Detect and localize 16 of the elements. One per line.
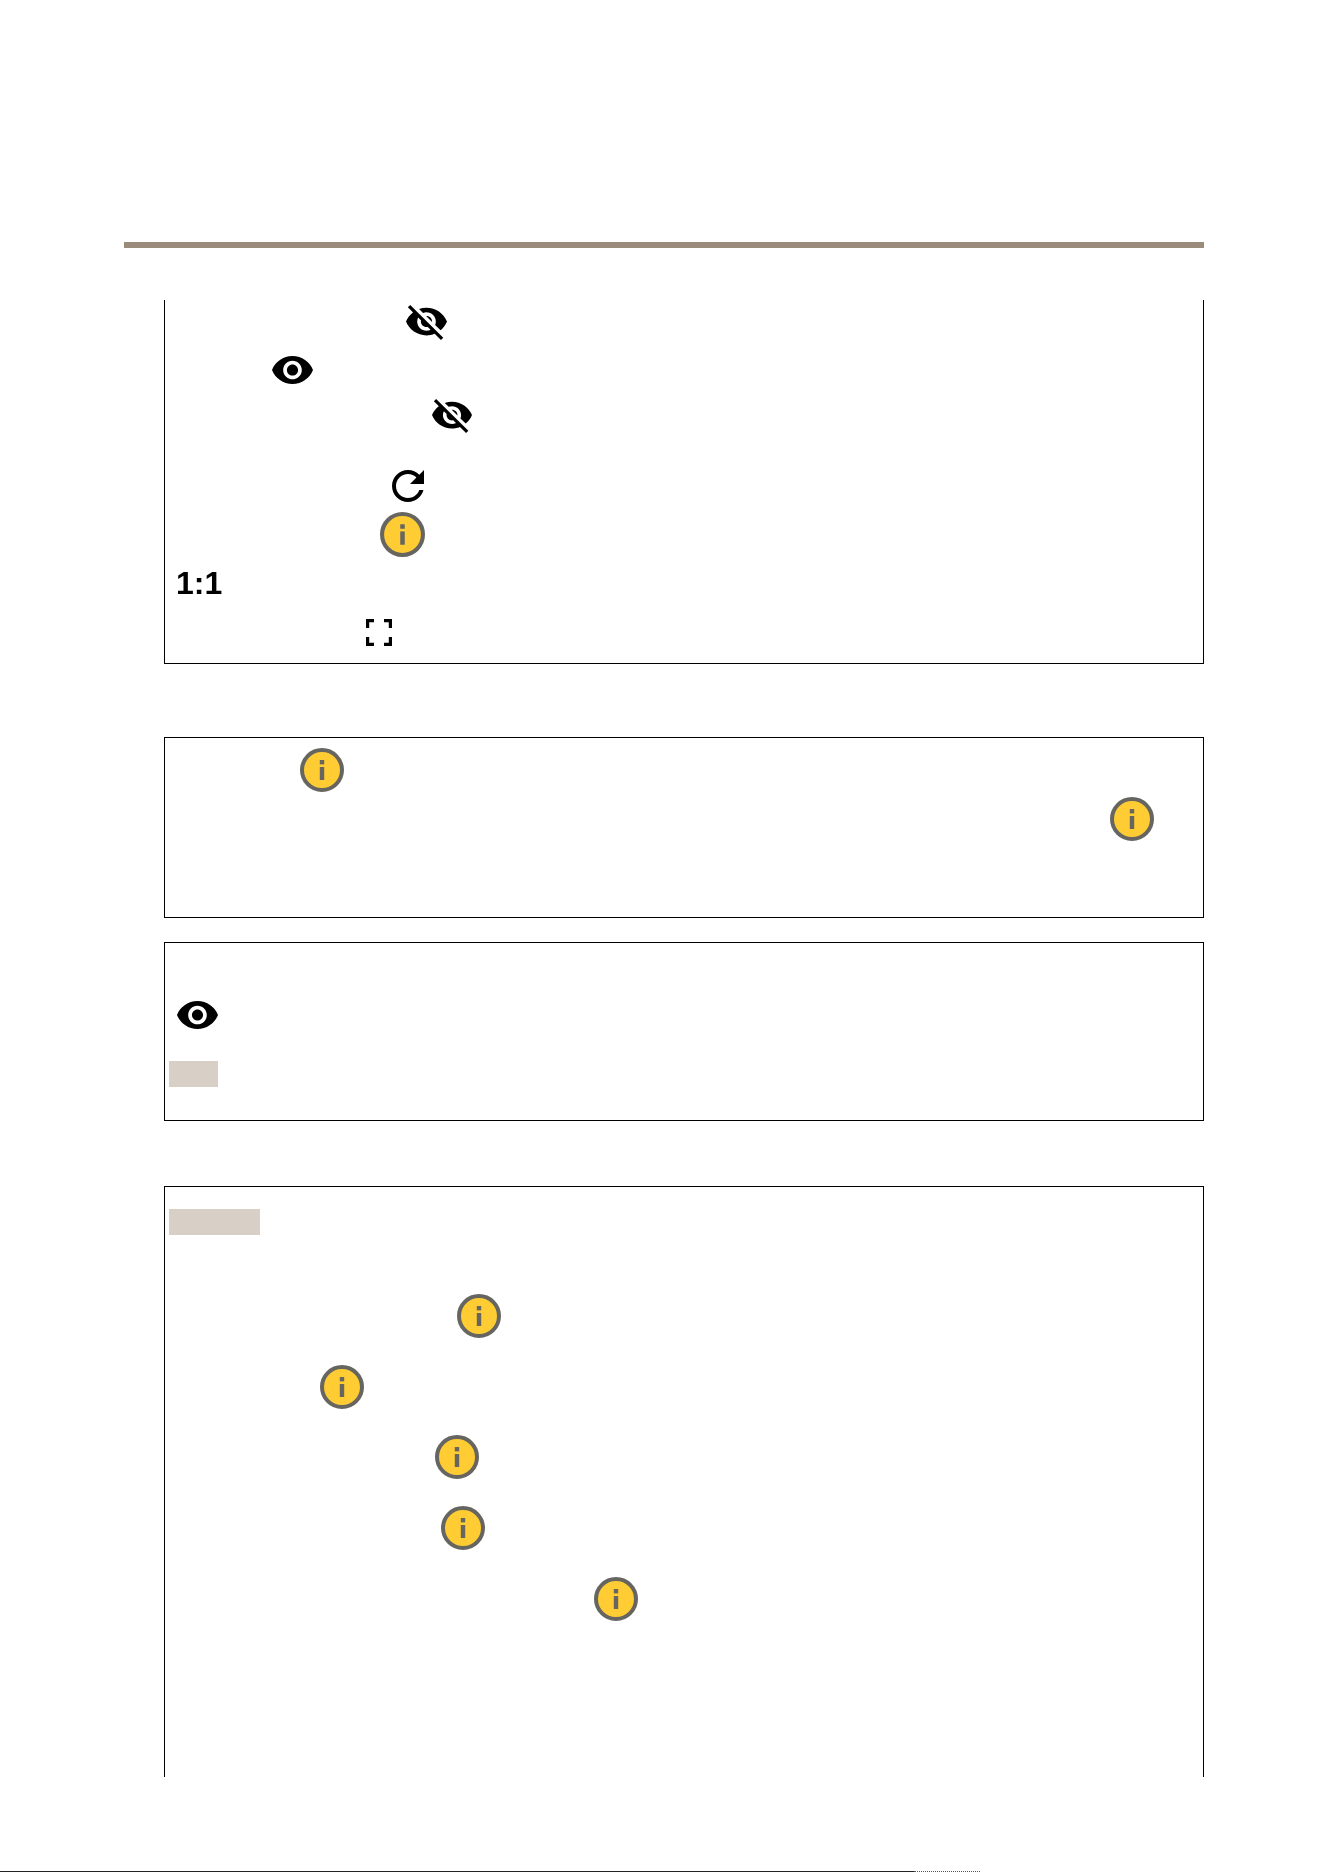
info-icon — [1110, 797, 1154, 841]
eye-slash-icon — [432, 399, 472, 433]
eye-icon — [177, 1001, 218, 1029]
eye-slash-icon — [406, 305, 447, 340]
info-icon — [320, 1365, 364, 1409]
info-icon — [441, 1506, 485, 1550]
ratio-label: 1:1 — [176, 567, 223, 599]
eye-icon — [272, 356, 313, 384]
fullscreen-icon — [366, 619, 392, 646]
info-icon — [380, 512, 425, 557]
info-icon — [435, 1435, 479, 1479]
info-icon — [457, 1294, 501, 1338]
label-chip — [169, 1061, 218, 1087]
refresh-icon — [392, 470, 424, 502]
info-icon — [300, 748, 344, 792]
info-icon — [594, 1577, 638, 1621]
